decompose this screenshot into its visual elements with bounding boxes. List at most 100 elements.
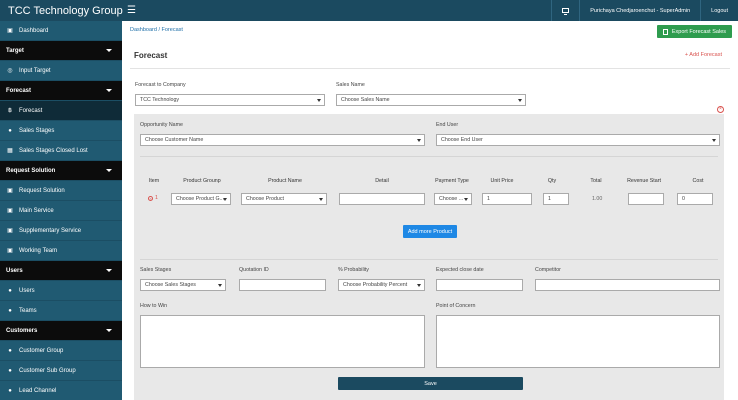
header-product-group: Product Grounp bbox=[183, 178, 221, 184]
opportunity-select[interactable]: Choose Customer Name bbox=[140, 134, 425, 146]
quotation-input[interactable] bbox=[239, 279, 326, 291]
unit-price-input[interactable]: 1 bbox=[482, 193, 532, 205]
sidebar-item-input-target[interactable]: ◎ Input Target bbox=[0, 61, 122, 81]
opportunity-panel: Opportunity Name Choose Customer Name En… bbox=[134, 114, 724, 400]
cost-input[interactable]: 0 bbox=[677, 193, 713, 205]
sidebar-item-main-service[interactable]: ▣ Main Service bbox=[0, 201, 122, 221]
breadcrumb: Dashboard / Forecast bbox=[130, 27, 183, 33]
target-icon: ◎ bbox=[7, 68, 13, 74]
sidebar-header-users[interactable]: Users bbox=[0, 261, 122, 281]
closed-lost-icon: ▦ bbox=[7, 148, 13, 154]
header-product-name: Product Name bbox=[268, 178, 302, 184]
sidebar-item-customer-sub-group[interactable]: ● Customer Sub Group bbox=[0, 361, 122, 381]
baht-icon: ฿ bbox=[8, 108, 12, 114]
product-group-select[interactable]: Choose Product G... bbox=[171, 193, 231, 205]
caret-down-icon bbox=[106, 89, 112, 92]
product-detail-input[interactable] bbox=[339, 193, 425, 205]
sidebar-item-teams[interactable]: ● Teams bbox=[0, 301, 122, 321]
sidebar-item-label: Customer Group bbox=[19, 347, 64, 354]
add-more-product-button[interactable]: Add more Product bbox=[403, 225, 457, 238]
share-icon: ▣ bbox=[7, 208, 13, 214]
sales-stages-label: Sales Stages bbox=[140, 267, 172, 273]
header-unit-price: Unit Price bbox=[490, 178, 514, 184]
sidebar-item-request-solution[interactable]: ▣ Request Solution bbox=[0, 181, 122, 201]
file-icon bbox=[662, 28, 668, 35]
main-content: Dashboard / Forecast Export Forecast Sal… bbox=[122, 21, 738, 400]
sidebar-item-label: Dashboard bbox=[19, 27, 49, 34]
close-date-input[interactable] bbox=[436, 279, 523, 291]
user-icon: ● bbox=[8, 287, 12, 294]
export-forecast-button[interactable]: Export Forecast Sales bbox=[656, 25, 732, 38]
sidebar-item-label: Request Solution bbox=[19, 187, 65, 194]
end-user-select[interactable]: Choose End User bbox=[436, 134, 720, 146]
monitor-icon-button[interactable] bbox=[551, 0, 579, 21]
caret-down-icon bbox=[106, 169, 112, 172]
concern-textarea[interactable] bbox=[436, 315, 720, 368]
concern-label: Point of Concern bbox=[436, 303, 476, 309]
revenue-start-input[interactable] bbox=[628, 193, 664, 205]
add-forecast-link[interactable]: + Add Forecast bbox=[685, 52, 722, 58]
payment-type-select[interactable]: Choose ... bbox=[434, 193, 472, 205]
sidebar-item-sales-stages-closed-lost[interactable]: ▦ Sales Stages Closed Lost bbox=[0, 141, 122, 161]
product-row-number: × 1 bbox=[148, 195, 158, 201]
page-title: Forecast bbox=[134, 51, 168, 60]
top-bar: TCC Technology Group ☰ Purichaya Chedjar… bbox=[0, 0, 738, 21]
title-divider bbox=[130, 68, 730, 69]
company-label: Forecast to Company bbox=[135, 82, 186, 88]
quotation-label: Quotation ID bbox=[239, 267, 269, 273]
probability-select[interactable]: Choose Probability Percent bbox=[338, 279, 425, 291]
sidebar-item-dashboard[interactable]: ▣ Dashboard bbox=[0, 21, 122, 41]
sales-stages-select[interactable]: Choose Sales Stages bbox=[140, 279, 226, 291]
remove-product-icon[interactable]: × bbox=[148, 195, 153, 201]
customer-group-icon: ● bbox=[8, 347, 12, 354]
header-revenue-start: Revenue Start bbox=[627, 178, 661, 184]
customer-group-icon: ● bbox=[8, 367, 12, 374]
how-to-win-label: How to Win bbox=[140, 303, 168, 309]
sales-name-select[interactable]: Choose Sales Name bbox=[336, 94, 526, 106]
competitor-input[interactable] bbox=[535, 279, 720, 291]
logout-link[interactable]: Logout bbox=[700, 0, 738, 21]
sidebar-item-label: Lead Channel bbox=[19, 387, 57, 394]
save-button[interactable]: Save bbox=[338, 377, 523, 390]
lead-icon: ● bbox=[8, 387, 12, 394]
menu-toggle-icon[interactable]: ☰ bbox=[127, 5, 136, 16]
sidebar-item-lead-channel[interactable]: ● Lead Channel bbox=[0, 381, 122, 400]
sidebar-item-users[interactable]: ● Users bbox=[0, 281, 122, 301]
sidebar-item-label: Working Team bbox=[19, 247, 58, 254]
export-button-label: Export Forecast Sales bbox=[671, 28, 726, 35]
sidebar-header-label: Request Solution bbox=[6, 167, 56, 174]
company-select[interactable]: TCC Technology bbox=[135, 94, 325, 106]
sidebar-header-request-solution[interactable]: Request Solution bbox=[0, 161, 122, 181]
sidebar-item-label: Users bbox=[19, 287, 35, 294]
sidebar-item-supplementary-service[interactable]: ▣ Supplementary Service bbox=[0, 221, 122, 241]
sidebar-item-label: Sales Stages bbox=[19, 127, 55, 134]
breadcrumb-current: Forecast bbox=[161, 27, 183, 33]
sidebar-item-label: Main Service bbox=[19, 207, 54, 214]
teams-icon: ● bbox=[8, 307, 12, 314]
sidebar-header-customers[interactable]: Customers bbox=[0, 321, 122, 341]
qty-input[interactable]: 1 bbox=[543, 193, 569, 205]
share-icon: ▣ bbox=[7, 228, 13, 234]
dashboard-icon: ▣ bbox=[7, 28, 13, 34]
sidebar-item-forecast[interactable]: ฿ Forecast bbox=[0, 101, 122, 121]
remove-forecast-icon[interactable]: × bbox=[717, 106, 724, 113]
sidebar-item-working-team[interactable]: ▣ Working Team bbox=[0, 241, 122, 261]
sales-name-label: Sales Name bbox=[336, 82, 365, 88]
sidebar-header-forecast[interactable]: Forecast bbox=[0, 81, 122, 101]
share-icon: ▣ bbox=[7, 248, 13, 254]
sidebar-item-sales-stages[interactable]: ● Sales Stages bbox=[0, 121, 122, 141]
breadcrumb-home[interactable]: Dashboard bbox=[130, 27, 157, 33]
caret-down-icon bbox=[106, 269, 112, 272]
user-name[interactable]: Purichaya Chedjaroenchut - SuperAdmin bbox=[579, 0, 700, 21]
how-to-win-textarea[interactable] bbox=[140, 315, 425, 368]
header-total: Total bbox=[590, 178, 602, 184]
monitor-icon bbox=[562, 8, 570, 15]
close-date-label: Expected close date bbox=[436, 267, 484, 273]
caret-down-icon bbox=[106, 329, 112, 332]
header-qty: Qty bbox=[547, 178, 557, 184]
sidebar-item-customer-group[interactable]: ● Customer Group bbox=[0, 341, 122, 361]
panel-divider bbox=[140, 259, 718, 260]
product-name-select[interactable]: Choose Product bbox=[241, 193, 327, 205]
sidebar-header-label: Target bbox=[6, 47, 24, 54]
sidebar-header-target[interactable]: Target bbox=[0, 41, 122, 61]
